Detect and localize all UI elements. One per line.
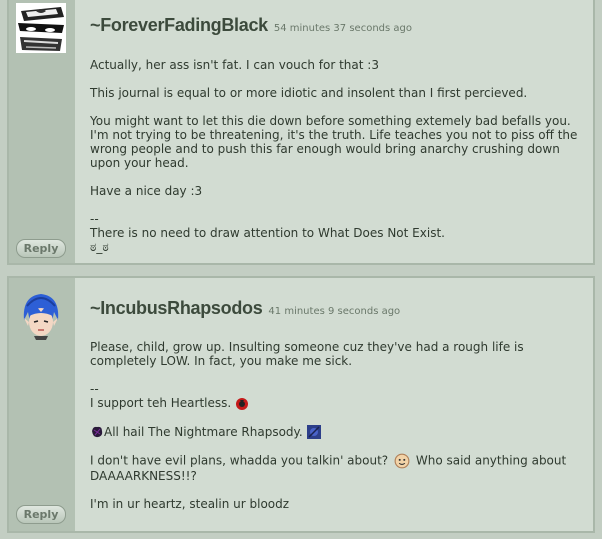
signature-separator: --: [90, 212, 99, 226]
signature-line: There is no need to draw attention to Wh…: [90, 226, 445, 240]
comment-card: Reply ~IncubusRhapsodos 41 minutes 9 seco…: [7, 276, 595, 533]
signature-text: I support teh Heartless.: [90, 396, 232, 410]
comment-body: ~IncubusRhapsodos 41 minutes 9 seconds ag…: [75, 278, 593, 531]
nightmare-emblem-icon: [92, 426, 103, 438]
comment-paragraph: Have a nice day :3: [90, 184, 203, 198]
timestamp: 54 minutes 37 seconds ago: [273, 23, 412, 34]
signature-line: I support teh Heartless.: [90, 396, 583, 411]
avatar[interactable]: [16, 290, 66, 340]
comment-paragraph: Please, child, grow up. Insulting someon…: [90, 340, 524, 368]
signature-line: I'm in ur heartz, stealin ur bloodz: [90, 497, 290, 511]
comment-text: Please, child, grow up. Insulting someon…: [90, 340, 583, 525]
comment-body: ~ForeverFadingBlack 54 minutes 37 seconds…: [75, 0, 593, 263]
signature-text: I don't have evil plans, whadda you talk…: [90, 453, 389, 468]
signature-line: ಠ_ಠ: [90, 240, 109, 254]
comment-paragraph: This journal is equal to or more idiotic…: [90, 86, 528, 100]
username-link[interactable]: ~ForeverFadingBlack: [90, 15, 268, 35]
username-link[interactable]: ~IncubusRhapsodos: [90, 298, 263, 318]
comment-text: Actually, her ass isn't fat. I can vouch…: [90, 58, 583, 254]
comment-card: Reply ~ForeverFadingBlack 54 minutes 37 s…: [7, 0, 595, 265]
comment-sidebar: Reply: [9, 278, 75, 531]
comment-header: ~ForeverFadingBlack 54 minutes 37 seconds…: [90, 15, 412, 36]
reply-button[interactable]: Reply: [16, 505, 66, 524]
timestamp: 41 minutes 9 seconds ago: [268, 306, 401, 317]
heartless-emblem-icon: [236, 397, 249, 410]
nightmare-rhapsody-icon: [306, 425, 321, 439]
comment-header: ~IncubusRhapsodos 41 minutes 9 seconds ag…: [90, 298, 400, 319]
signature-text: All hail The Nightmare Rhapsody.: [104, 424, 303, 439]
reply-button[interactable]: Reply: [16, 239, 66, 258]
comment-sidebar: Reply: [9, 0, 75, 263]
comment-paragraph: Actually, her ass isn't fat. I can vouch…: [90, 58, 379, 72]
signature-separator: --: [90, 382, 99, 396]
signature-line: I don't have evil plans, whadda you talk…: [90, 453, 583, 483]
avatar[interactable]: [16, 3, 66, 53]
comment-paragraph: You might want to let this die down befo…: [90, 114, 578, 170]
smiley-face-icon: [394, 453, 410, 469]
signature-line: All hail The Nightmare Rhapsody.: [90, 424, 583, 439]
